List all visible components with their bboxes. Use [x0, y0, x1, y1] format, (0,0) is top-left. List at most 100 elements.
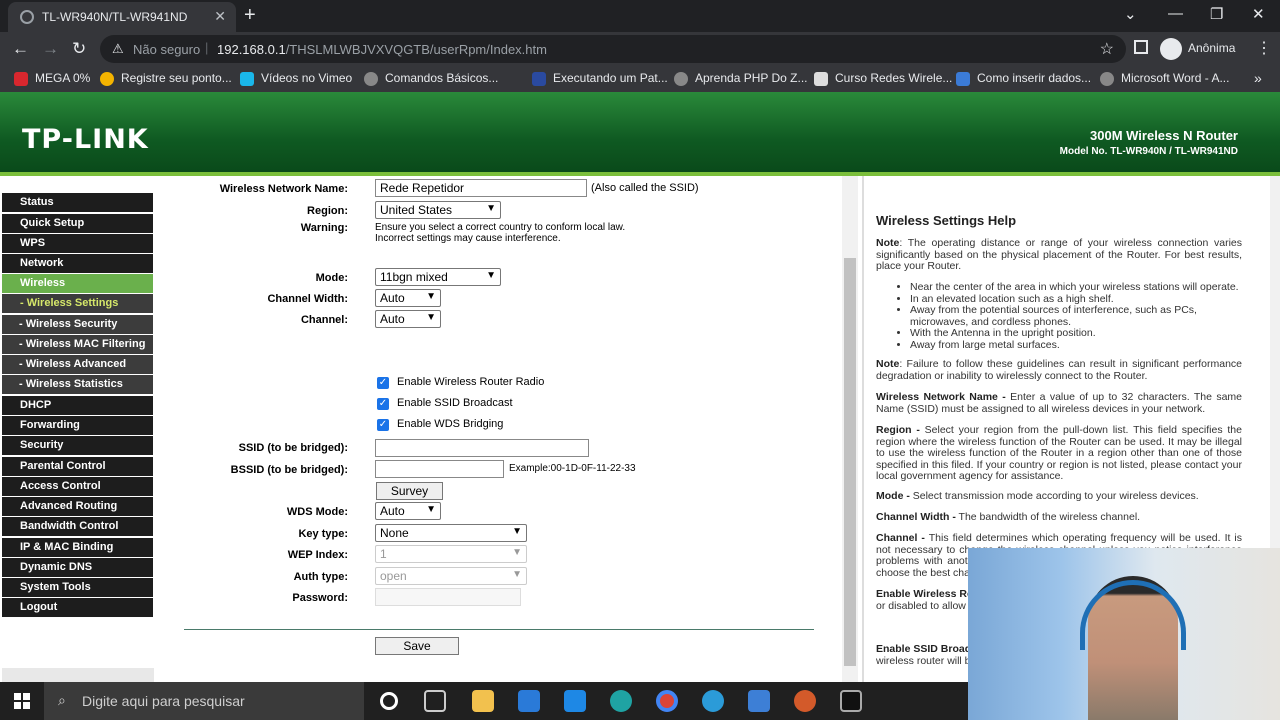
list-item: Away from large metal surfaces.: [910, 339, 1240, 352]
menu-parental-control[interactable]: Parental Control: [2, 457, 153, 476]
minimize-button[interactable]: —: [1168, 5, 1183, 22]
mail-icon[interactable]: [564, 690, 586, 712]
scrollbar-thumb[interactable]: [844, 258, 856, 666]
close-window-button[interactable]: ✕: [1252, 5, 1265, 23]
enable-ssid-broadcast-checkbox[interactable]: ✓: [377, 398, 389, 410]
bookmark-item[interactable]: Registre seu ponto...: [100, 71, 232, 86]
menu-quick-setup[interactable]: Quick Setup: [2, 214, 153, 233]
warning-text: Ensure you select a correct country to c…: [375, 222, 626, 233]
profile-button[interactable]: Anônima: [1160, 38, 1235, 60]
close-tab-icon[interactable]: ✕: [214, 8, 226, 25]
edge-icon[interactable]: [610, 690, 632, 712]
app-icon[interactable]: [702, 690, 724, 712]
menu-advanced-routing[interactable]: Advanced Routing: [2, 497, 153, 516]
bookmark-item[interactable]: Como inserir dados...: [956, 71, 1091, 86]
enable-wds-label: Enable WDS Bridging: [397, 418, 504, 430]
chevron-down-icon: ▼: [486, 270, 496, 281]
bookmark-item[interactable]: Comandos Básicos...: [364, 71, 498, 86]
menu-status[interactable]: Status: [2, 193, 153, 212]
menu-system-tools[interactable]: System Tools: [2, 578, 153, 597]
enable-radio-checkbox[interactable]: ✓: [377, 377, 389, 389]
profile-name: Anônima: [1188, 41, 1236, 56]
browser-tab[interactable]: TL-WR940N/TL-WR941ND ✕: [8, 2, 236, 32]
warning-icon[interactable]: ⚠: [112, 41, 124, 57]
forward-button[interactable]: →: [42, 39, 59, 59]
wds-mode-select[interactable]: Auto ▼: [375, 502, 441, 520]
file-explorer-icon[interactable]: [472, 690, 494, 712]
mode-select[interactable]: 11bgn mixed ▼: [375, 268, 501, 286]
taskbar-search[interactable]: ⌕ Digite aqui para pesquisar: [44, 682, 364, 720]
bookmark-item[interactable]: Aprenda PHP Do Z...: [674, 71, 808, 86]
app-icon[interactable]: [794, 690, 816, 712]
task-view-icon[interactable]: [424, 690, 446, 712]
address-bar[interactable]: ⚠ Não seguro | 192.168.0.1/THSLMLWBJVXVQ…: [100, 35, 1126, 63]
menu-wireless[interactable]: Wireless: [2, 274, 153, 293]
menu-dhcp[interactable]: DHCP: [2, 396, 153, 415]
menu-wireless-settings[interactable]: - Wireless Settings: [2, 294, 153, 313]
app-icon[interactable]: [748, 690, 770, 712]
menu-wireless-security[interactable]: - Wireless Security: [2, 315, 153, 334]
help-list: Near the center of the area in which you…: [910, 281, 1240, 352]
restore-button[interactable]: ❐: [1210, 5, 1223, 23]
product-name: 300M Wireless N Router: [1090, 128, 1238, 143]
bookmark-item[interactable]: Vídeos no Vimeo: [240, 71, 352, 86]
bookmark-item[interactable]: Executando um Pat...: [532, 71, 668, 86]
ssid-bridged-input[interactable]: [375, 439, 589, 457]
bookmarks-bar: MEGA 0% Registre seu ponto... Vídeos no …: [0, 66, 1280, 92]
wireless-settings-form: Wireless Network Name: Rede Repetidor (A…: [158, 176, 842, 682]
channel-width-select[interactable]: Auto ▼: [375, 289, 441, 307]
menu-icon[interactable]: ⋮: [1256, 38, 1272, 58]
menu-wireless-statistics[interactable]: - Wireless Statistics: [2, 375, 153, 394]
router-menu: Status Quick Setup WPS Network Wireless …: [2, 176, 156, 682]
chrome-icon[interactable]: [656, 690, 678, 712]
enable-wds-checkbox[interactable]: ✓: [377, 419, 389, 431]
menu-dynamic-dns[interactable]: Dynamic DNS: [2, 558, 153, 577]
new-tab-button[interactable]: +: [244, 4, 256, 27]
bookmark-item[interactable]: Microsoft Word - A...: [1100, 71, 1229, 86]
bookmark-item[interactable]: MEGA 0%: [14, 71, 90, 86]
menu-access-control[interactable]: Access Control: [2, 477, 153, 496]
network-name-label: Wireless Network Name:: [219, 183, 348, 195]
toolbar: ← → ↻ ⚠ Não seguro | 192.168.0.1/THSLMLW…: [0, 32, 1280, 66]
menu-wps[interactable]: WPS: [2, 234, 153, 253]
menu-wireless-mac-filtering[interactable]: - Wireless MAC Filtering: [2, 335, 153, 354]
region-select[interactable]: United States ▼: [375, 201, 501, 219]
menu-forwarding[interactable]: Forwarding: [2, 416, 153, 435]
incognito-avatar-icon: [1160, 38, 1182, 60]
tab-search-icon[interactable]: ⌄: [1124, 5, 1137, 23]
clock-icon: [100, 71, 114, 86]
network-name-input[interactable]: Rede Repetidor: [375, 179, 587, 197]
more-bookmarks-icon[interactable]: »: [1254, 70, 1262, 86]
bssid-bridged-input[interactable]: [375, 460, 504, 478]
key-type-select[interactable]: None ▼: [375, 524, 527, 542]
cortana-icon[interactable]: [380, 692, 398, 710]
channel-select[interactable]: Auto ▼: [375, 310, 441, 328]
bookmark-star-icon[interactable]: ☆: [1100, 39, 1114, 59]
store-icon[interactable]: [518, 690, 540, 712]
menu-ip-mac-binding[interactable]: IP & MAC Binding: [2, 538, 153, 557]
menu-logout[interactable]: Logout: [2, 598, 153, 617]
menu-wireless-advanced[interactable]: - Wireless Advanced: [2, 355, 153, 374]
menu-security[interactable]: Security: [2, 436, 153, 455]
help-paragraph: Mode - Select transmission mode accordin…: [876, 490, 1199, 502]
menu-network[interactable]: Network: [2, 254, 153, 273]
side-panel-icon[interactable]: [1134, 40, 1148, 54]
menu-horizontal-scrollbar[interactable]: [2, 668, 154, 682]
security-status[interactable]: Não seguro: [133, 42, 200, 57]
windows-start-icon[interactable]: [14, 693, 30, 709]
ssid-note: (Also called the SSID): [591, 182, 699, 194]
menu-bandwidth-control[interactable]: Bandwidth Control: [2, 517, 153, 536]
warning-label: Warning:: [300, 222, 348, 234]
reload-button[interactable]: ↻: [72, 39, 86, 59]
wds-mode-label: WDS Mode:: [286, 506, 348, 518]
auth-type-label: Auth type:: [293, 571, 348, 583]
terminal-icon[interactable]: [840, 690, 862, 712]
save-button[interactable]: Save: [375, 637, 459, 655]
bookmark-item[interactable]: Curso Redes Wirele...: [814, 71, 952, 86]
back-button[interactable]: ←: [12, 39, 29, 59]
chevron-down-icon: ▼: [486, 203, 496, 214]
bssid-bridged-label: BSSID (to be bridged):: [230, 464, 348, 476]
survey-button[interactable]: Survey: [376, 482, 443, 500]
url-text[interactable]: 192.168.0.1/THSLMLWBJVXVQGTB/userRpm/Ind…: [217, 42, 547, 57]
tab-strip: TL-WR940N/TL-WR941ND ✕ + ⌄ — ❐ ✕: [0, 0, 1280, 32]
